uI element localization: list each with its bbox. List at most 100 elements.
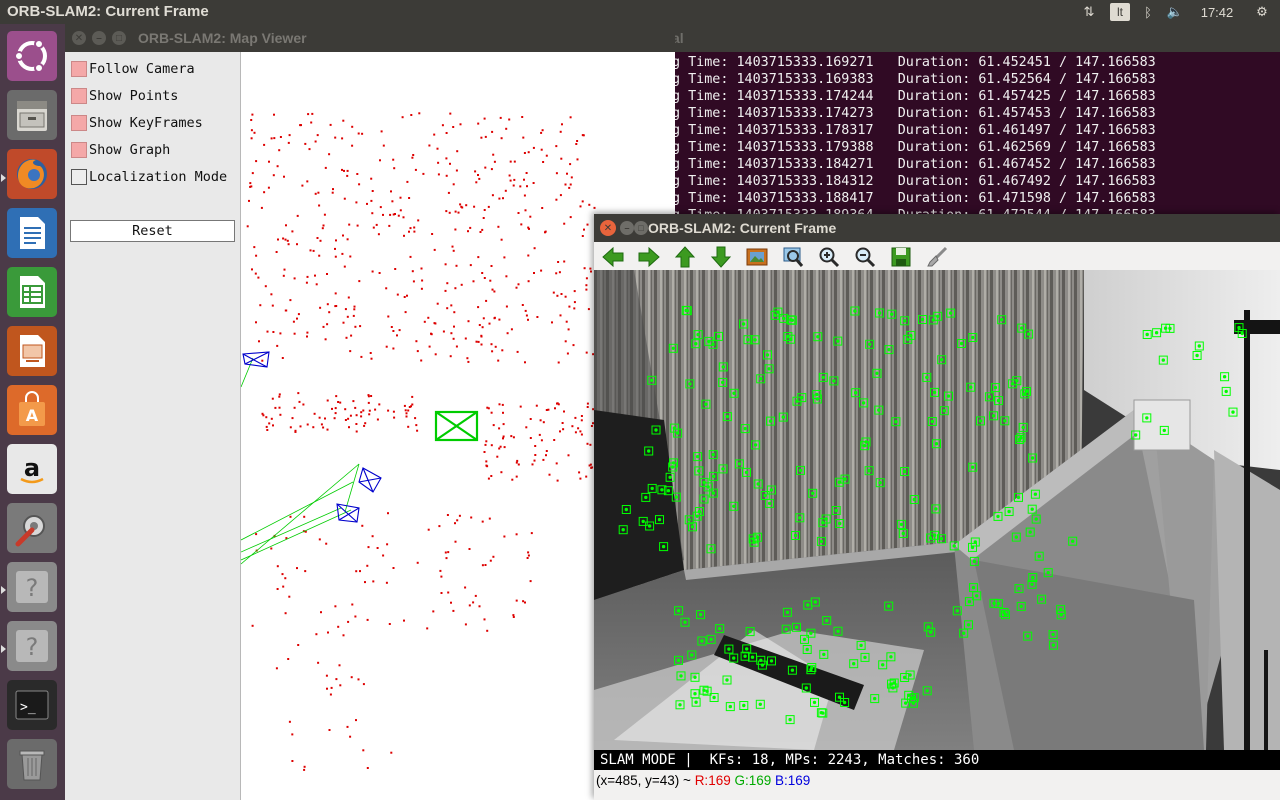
- arrow-left-icon[interactable]: [600, 245, 626, 269]
- reset-button[interactable]: Reset: [70, 220, 235, 242]
- map-point: [368, 413, 371, 416]
- map-point: [569, 216, 572, 219]
- launcher-writer[interactable]: [7, 208, 57, 258]
- map-viewer-title-bar[interactable]: ✕ – □ ORB-SLAM2: Map Viewer: [65, 24, 675, 52]
- map-point: [372, 226, 375, 229]
- checkbox-box[interactable]: [71, 61, 87, 77]
- map-point: [534, 454, 537, 456]
- close-button[interactable]: ✕: [600, 220, 616, 236]
- map-point: [350, 676, 353, 679]
- map-point: [483, 277, 486, 279]
- picture-icon[interactable]: [744, 245, 770, 269]
- map-point: [260, 206, 263, 209]
- zoom-out-icon[interactable]: [852, 245, 878, 269]
- launcher-impress[interactable]: [7, 326, 57, 376]
- map-point: [541, 207, 544, 209]
- map-point: [485, 440, 488, 443]
- show-graph-checkbox[interactable]: Show Graph: [71, 141, 170, 159]
- bluetooth-icon[interactable]: ᛒ: [1136, 5, 1160, 20]
- map-point: [322, 325, 325, 328]
- zoom-fit-icon[interactable]: [780, 245, 806, 269]
- follow-camera-checkbox[interactable]: Follow Camera: [71, 60, 195, 78]
- map-point: [555, 272, 558, 275]
- map-point: [483, 451, 486, 453]
- launcher-software[interactable]: A: [7, 385, 57, 435]
- map-point: [321, 227, 324, 230]
- map-point: [273, 113, 275, 116]
- launcher-settings[interactable]: [7, 503, 57, 553]
- maximize-button[interactable]: □: [112, 31, 126, 45]
- arrow-up-icon[interactable]: [672, 245, 698, 269]
- show-points-checkbox[interactable]: Show Points: [71, 87, 178, 105]
- map-point: [385, 287, 388, 290]
- arrow-right-icon[interactable]: [636, 245, 662, 269]
- map-point: [271, 304, 274, 307]
- launcher-unknown-app-2[interactable]: ?: [7, 621, 57, 671]
- map-point: [390, 751, 393, 754]
- launcher-unknown-app-1[interactable]: ?: [7, 562, 57, 612]
- map-point: [493, 316, 496, 319]
- gear-icon[interactable]: ⚙: [1244, 4, 1280, 20]
- arrow-down-icon[interactable]: [708, 245, 734, 269]
- terminal-title-bar[interactable]: al: [672, 24, 1280, 52]
- terminal-line: g Time: 1403715333.184271 Duration: 61.4…: [672, 157, 1156, 172]
- viewer-menu-panel: Follow Camera Show Points Show KeyFrames…: [65, 52, 241, 800]
- map-point: [505, 127, 508, 130]
- map-point: [412, 280, 415, 283]
- map-point: [527, 151, 530, 154]
- camera-frame-image[interactable]: [594, 270, 1280, 750]
- map-point: [554, 407, 556, 410]
- map-point: [272, 331, 275, 333]
- launcher-files[interactable]: [7, 90, 57, 140]
- map-point: [306, 331, 309, 334]
- launcher-trash[interactable]: [7, 739, 57, 789]
- brush-icon[interactable]: [924, 245, 950, 269]
- save-icon[interactable]: [888, 245, 914, 269]
- maximize-button[interactable]: □: [634, 221, 648, 235]
- current-frame-title-bar[interactable]: ✕ – □ ORB-SLAM2: Current Frame: [594, 214, 1280, 242]
- map-point: [450, 601, 452, 604]
- close-button[interactable]: ✕: [72, 31, 86, 45]
- zoom-in-icon[interactable]: [816, 245, 842, 269]
- map-point: [526, 185, 528, 188]
- clock[interactable]: 17:42: [1190, 5, 1244, 20]
- checkbox-box[interactable]: [71, 142, 87, 158]
- current-frame-window[interactable]: ✕ – □ ORB-SLAM2: Current Frame SLAM MODE…: [594, 214, 1280, 800]
- launcher-firefox[interactable]: [7, 149, 57, 199]
- map-point: [317, 191, 320, 194]
- terminal-window[interactable]: al g Time: 1403715333.169271 Duration: 6…: [672, 24, 1280, 224]
- minimize-button[interactable]: –: [620, 221, 634, 235]
- map-point: [586, 223, 589, 226]
- checkbox-box[interactable]: [71, 169, 87, 185]
- map-point: [574, 416, 577, 419]
- network-icon[interactable]: ⇅: [1074, 4, 1104, 20]
- map-point: [488, 322, 491, 325]
- checkbox-box[interactable]: [71, 115, 87, 131]
- map-point: [517, 212, 520, 214]
- map-viewer-window[interactable]: ✕ – □ ORB-SLAM2: Map Viewer Follow Camer…: [65, 24, 675, 800]
- map-point: [334, 136, 337, 139]
- map-point: [398, 329, 401, 332]
- map-point: [307, 113, 310, 116]
- launcher-dash[interactable]: [7, 31, 57, 81]
- map-point: [487, 205, 490, 208]
- map-point: [450, 332, 453, 335]
- keyboard-layout-indicator[interactable]: lt: [1110, 3, 1130, 21]
- map-point: [312, 426, 315, 429]
- volume-icon[interactable]: 🔈: [1160, 4, 1190, 20]
- map-point: [355, 570, 358, 573]
- map-point: [545, 450, 548, 452]
- map-point: [445, 210, 448, 213]
- map-point: [459, 203, 462, 206]
- localization-mode-checkbox[interactable]: Localization Mode: [71, 168, 227, 186]
- map-point: [498, 447, 501, 450]
- map-point: [493, 290, 496, 293]
- launcher-terminal[interactable]: >_: [7, 680, 57, 730]
- checkbox-box[interactable]: [71, 88, 87, 104]
- map-point: [279, 413, 282, 416]
- map-point: [516, 459, 519, 462]
- show-keyframes-checkbox[interactable]: Show KeyFrames: [71, 114, 203, 132]
- launcher-amazon[interactable]: a: [7, 444, 57, 494]
- launcher-calc[interactable]: [7, 267, 57, 317]
- minimize-button[interactable]: –: [92, 31, 106, 45]
